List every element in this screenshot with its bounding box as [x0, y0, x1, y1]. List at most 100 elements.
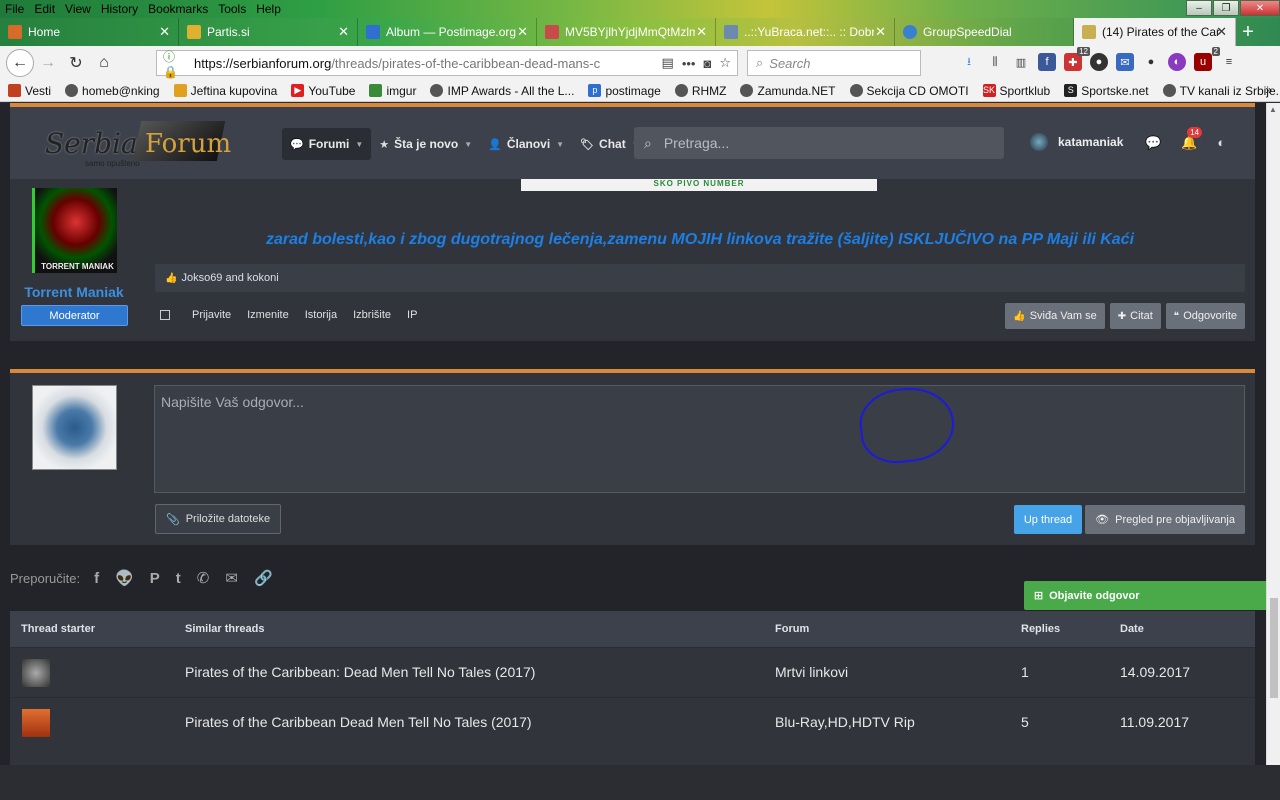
bookmark-homebanking[interactable]: homeb@nking [65, 84, 160, 98]
forum-search-input[interactable]: ⌕ Pretraga... [634, 127, 1004, 159]
maximize-button[interactable]: ❐ [1213, 0, 1239, 16]
url-bar[interactable]: ⓘ 🔒 https://serbianforum.org /threads/pi… [156, 50, 738, 79]
bookmark-rhmz[interactable]: RHMZ [674, 84, 726, 98]
bookmark-vesti[interactable]: Vesti [8, 84, 51, 98]
author-avatar[interactable]: TORRENT MANIAK [32, 188, 117, 273]
bookmark-sportklub[interactable]: SK Sportklub [982, 84, 1050, 98]
back-button[interactable]: ← [6, 49, 34, 77]
menu-history[interactable]: History [96, 2, 143, 16]
facebook-icon[interactable]: f [94, 570, 99, 587]
pinterest-icon[interactable]: P [150, 570, 160, 587]
history-link[interactable]: Istorija [305, 309, 337, 321]
toggle-icon[interactable]: ◐ [1217, 135, 1225, 151]
bookmarks-overflow-icon[interactable]: » [1265, 83, 1272, 97]
bookmark-star-icon[interactable]: ☆ [719, 55, 731, 71]
browser-search-input[interactable]: ⌕ Search [747, 50, 921, 76]
page-scrollbar[interactable]: ▲ [1266, 103, 1280, 765]
close-window-button[interactable]: ✕ [1240, 0, 1280, 16]
tab-pirates[interactable]: (14) Pirates of the Caribbea✕ [1074, 18, 1236, 46]
download-icon[interactable]: ⭳ [960, 53, 978, 71]
pocket-icon[interactable]: ◙ [703, 56, 711, 71]
conversations-icon[interactable]: 💬 [1145, 135, 1161, 151]
likes-bar[interactable]: 👍 Jokso69 and kokoni [155, 264, 1245, 292]
edit-link[interactable]: Izmenite [247, 309, 289, 321]
up-thread-button[interactable]: Up thread [1013, 505, 1083, 534]
bookmark-youtube[interactable]: ▶ YouTube [291, 84, 355, 98]
delete-link[interactable]: Izbrišite [353, 309, 391, 321]
nav-forumi[interactable]: 💬 Forumi ▼ [282, 128, 372, 160]
close-tab-icon[interactable]: ✕ [159, 24, 170, 40]
ip-link[interactable]: IP [407, 309, 417, 321]
menu-help[interactable]: Help [251, 2, 286, 16]
bookmark-postimage[interactable]: p postimage [588, 84, 661, 98]
thread-title-link[interactable]: Pirates of the Caribbean: Dead Men Tell … [185, 664, 535, 680]
starter-avatar[interactable] [22, 709, 50, 737]
menu-file[interactable]: File [0, 2, 29, 16]
starter-avatar[interactable] [22, 659, 50, 687]
addon-circle-icon[interactable]: ● [1090, 53, 1108, 71]
addon-red-icon[interactable]: ✚ 12 [1064, 47, 1090, 71]
reddit-icon[interactable]: 👽 [115, 569, 134, 587]
home-button[interactable]: ⌂ [90, 49, 118, 77]
tab-image[interactable]: MV5BYjlhYjdjMmQtMzlmI ✕ [537, 18, 716, 46]
menu-tools[interactable]: Tools [213, 2, 251, 16]
firefox-color-icon[interactable]: ◐ [1168, 53, 1186, 71]
tab-partis[interactable]: Partis.si ✕ [179, 18, 358, 46]
quote-button[interactable]: ✚ Citat [1109, 303, 1161, 329]
bookmark-sportske[interactable]: S Sportske.net [1064, 84, 1149, 98]
close-tab-icon[interactable]: ✕ [517, 24, 528, 40]
more-actions-icon[interactable]: ••• [682, 56, 696, 71]
tab-postimage[interactable]: Album — Postimage.org ✕ [358, 18, 537, 46]
addon-ub-icon[interactable]: u2 [1194, 47, 1220, 71]
mail-icon[interactable]: ✉ [1116, 53, 1134, 71]
close-tab-icon[interactable]: ✕ [875, 24, 886, 40]
library-icon[interactable]: ⫼ [986, 53, 1004, 71]
new-tab-button[interactable]: + [1236, 18, 1260, 46]
link-icon[interactable]: 🔗 [254, 569, 273, 587]
reader-icon[interactable]: ▤ [662, 55, 674, 71]
close-tab-icon[interactable]: ✕ [696, 24, 707, 40]
author-name[interactable]: Torrent Maniak [24, 284, 124, 300]
addon-dots-icon[interactable]: ● [1142, 53, 1160, 71]
tab-yubraca[interactable]: ..::YuBraca.net::.. :: Dobro d✕ [716, 18, 895, 46]
minimize-button[interactable]: ‒ [1186, 0, 1212, 16]
like-button[interactable]: 👍 Sviđa Vam se [1005, 303, 1105, 329]
report-link[interactable]: Prijavite [192, 309, 231, 321]
tab-speeddial[interactable]: GroupSpeedDial [895, 18, 1074, 46]
close-tab-icon[interactable]: ✕ [1216, 24, 1227, 40]
bookmark-tvkanali[interactable]: TV kanali iz Srbije. Gle... [1162, 84, 1280, 98]
bookmark-cdomoti[interactable]: Sekcija CD OMOTI [849, 84, 969, 98]
reload-button[interactable]: ↻ [62, 49, 90, 77]
close-tab-icon[interactable]: ✕ [338, 24, 349, 40]
thread-title-link[interactable]: Pirates of the Caribbean Dead Men Tell N… [185, 714, 532, 730]
forum-link[interactable]: Mrtvi linkovi [775, 664, 848, 680]
forward-button[interactable]: → [34, 49, 62, 77]
bookmark-imgur[interactable]: imgur [369, 84, 416, 98]
scroll-up-icon[interactable]: ▲ [1269, 105, 1277, 114]
nav-clanovi[interactable]: 👤 Članovi ▼ [480, 128, 572, 160]
bookmark-impawards[interactable]: IMP Awards - All the L... [430, 84, 574, 98]
tumblr-icon[interactable]: t [176, 570, 181, 587]
menu-bookmarks[interactable]: Bookmarks [143, 2, 213, 16]
reply-editor[interactable]: Napišite Vaš odgovor... [154, 385, 1245, 493]
sidebar-icon[interactable]: ▥ [1012, 53, 1030, 71]
forum-link[interactable]: Blu-Ray,HD,HDTV Rip [775, 714, 915, 730]
table-row[interactable]: Pirates of the Caribbean Dead Men Tell N… [10, 697, 1255, 747]
bookmark-zamunda[interactable]: Zamunda.NET [740, 84, 836, 98]
scrollbar-thumb[interactable] [1270, 598, 1278, 698]
menu-view[interactable]: View [60, 2, 96, 16]
tab-home[interactable]: Home ✕ [0, 18, 179, 46]
nav-sta-je-novo[interactable]: ★ Šta je novo ▼ [371, 128, 480, 160]
email-icon[interactable]: ✉ [225, 569, 238, 587]
whatsapp-icon[interactable]: ✆ [197, 569, 210, 587]
table-row[interactable]: Pirates of the Caribbean: Dead Men Tell … [10, 647, 1255, 697]
menu-hamburger-icon[interactable]: ≡ [1220, 53, 1238, 71]
site-logo[interactable]: Serbian Forum samo opušteno [45, 119, 231, 175]
bookmark-jeftina[interactable]: Jeftina kupovina [173, 84, 277, 98]
facebook-icon[interactable]: f [1038, 53, 1056, 71]
attach-files-button[interactable]: 📎 Priložite datoteke [155, 504, 282, 534]
user-menu[interactable]: katamaniak [1030, 133, 1123, 151]
reply-button[interactable]: ❝ Odgovorite [1165, 303, 1245, 329]
post-reply-button[interactable]: ⊞ Objavite odgovor [1023, 581, 1266, 610]
preview-button[interactable]: 👁 Pregled pre objavljivanja [1085, 505, 1245, 534]
